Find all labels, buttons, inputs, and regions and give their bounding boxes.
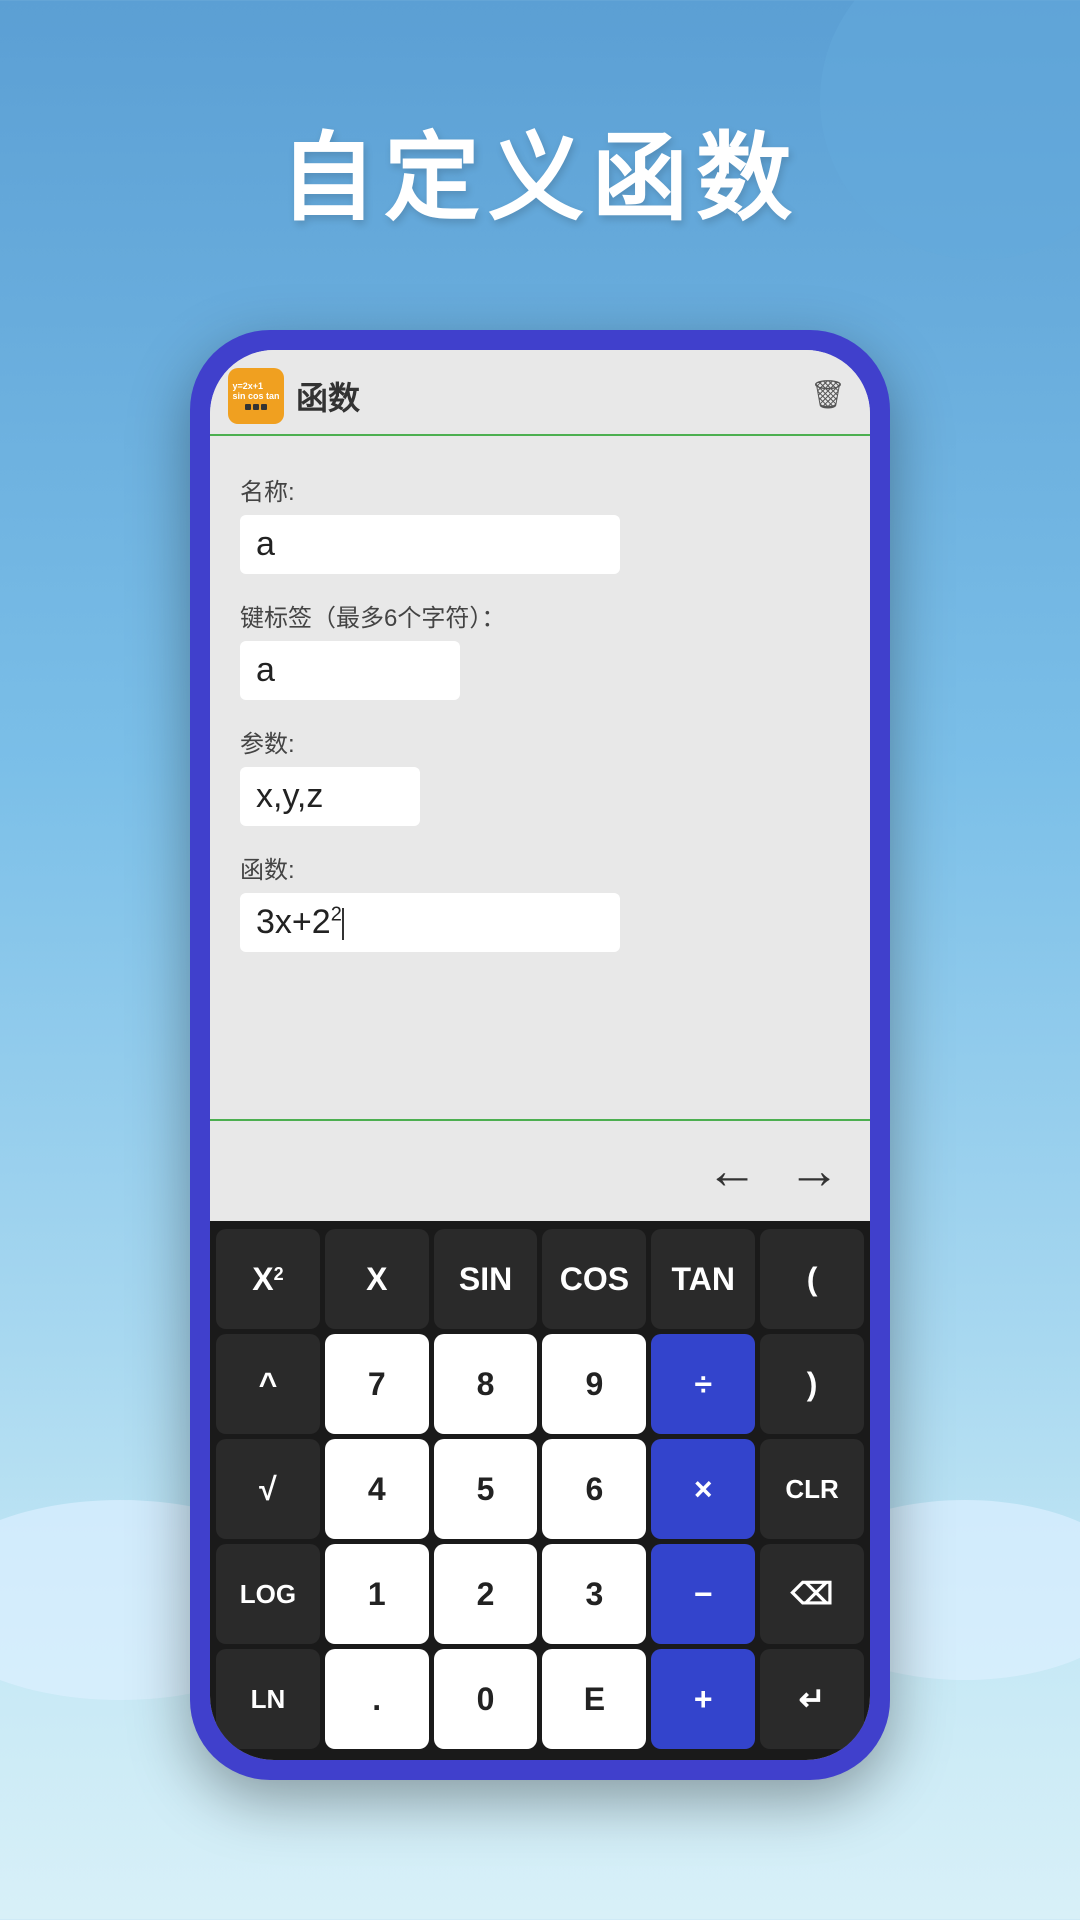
kb-6[interactable]: 6 xyxy=(542,1439,646,1539)
forward-arrow-button[interactable]: → xyxy=(788,1141,840,1201)
kb-ln[interactable]: LN xyxy=(216,1649,320,1749)
kb-minus[interactable]: − xyxy=(651,1544,755,1644)
kb-3[interactable]: 3 xyxy=(542,1544,646,1644)
back-arrow-button[interactable]: ← xyxy=(706,1141,758,1201)
kb-close-paren[interactable]: ) xyxy=(760,1334,864,1434)
kb-row-2: ^ 7 8 9 ÷ ) xyxy=(216,1334,864,1434)
params-input[interactable]: x,y,z xyxy=(240,767,420,826)
kb-sin[interactable]: SIN xyxy=(434,1229,538,1329)
key-label: 键标签（最多6个字符）： xyxy=(240,598,840,633)
trash-button[interactable]: 🗑 xyxy=(810,378,846,414)
kb-4[interactable]: 4 xyxy=(325,1439,429,1539)
kb-1[interactable]: 1 xyxy=(325,1544,429,1644)
kb-9[interactable]: 9 xyxy=(542,1334,646,1434)
kb-dot[interactable]: . xyxy=(325,1649,429,1749)
app-header: y=2x+1sin cos tan 函数 🗑 xyxy=(210,350,870,436)
kb-0[interactable]: 0 xyxy=(434,1649,538,1749)
function-value: 3x+22 xyxy=(256,903,342,941)
backspace-icon: ⌫ xyxy=(791,1577,833,1612)
kb-tan[interactable]: TAN xyxy=(651,1229,755,1329)
kb-cos[interactable]: COS xyxy=(542,1229,646,1329)
kb-sqrt[interactable]: √ xyxy=(216,1439,320,1539)
kb-8[interactable]: 8 xyxy=(434,1334,538,1434)
name-input[interactable]: a xyxy=(240,515,620,574)
kb-clr[interactable]: CLR xyxy=(760,1439,864,1539)
phone-screen: y=2x+1sin cos tan 函数 🗑 名称: a 键标签（最多6个字符）… xyxy=(210,350,870,1760)
kb-row-5: LN . 0 E + ↵ xyxy=(216,1649,864,1749)
kb-e[interactable]: E xyxy=(542,1649,646,1749)
nav-row: ← → xyxy=(210,1119,870,1221)
form-area: 名称: a 键标签（最多6个字符）： a 参数: x,y,z 函数: 3x+22 xyxy=(210,436,870,1119)
kb-plus[interactable]: + xyxy=(651,1649,755,1749)
kb-enter[interactable]: ↵ xyxy=(760,1649,864,1749)
keyboard: X2 X SIN COS TAN ( ^ 7 8 9 ÷ ) √ 4 5 xyxy=(210,1221,870,1760)
kb-open-paren[interactable]: ( xyxy=(760,1229,864,1329)
app-icon-dots xyxy=(245,404,267,410)
kb-5[interactable]: 5 xyxy=(434,1439,538,1539)
function-label: 函数: xyxy=(240,850,840,885)
phone-device: y=2x+1sin cos tan 函数 🗑 名称: a 键标签（最多6个字符）… xyxy=(190,330,890,1780)
kb-2[interactable]: 2 xyxy=(434,1544,538,1644)
kb-log[interactable]: LOG xyxy=(216,1544,320,1644)
page-title: 自定义函数 xyxy=(0,100,1080,239)
app-title: 函数 xyxy=(296,373,810,419)
kb-x-squared[interactable]: X2 xyxy=(216,1229,320,1329)
kb-7[interactable]: 7 xyxy=(325,1334,429,1434)
kb-x[interactable]: X xyxy=(325,1229,429,1329)
text-cursor xyxy=(342,908,344,940)
kb-divide[interactable]: ÷ xyxy=(651,1334,755,1434)
kb-backspace[interactable]: ⌫ xyxy=(760,1544,864,1644)
app-icon: y=2x+1sin cos tan xyxy=(228,368,284,424)
kb-row-4: LOG 1 2 3 − ⌫ xyxy=(216,1544,864,1644)
kb-row-3: √ 4 5 6 × CLR xyxy=(216,1439,864,1539)
kb-row-1: X2 X SIN COS TAN ( xyxy=(216,1229,864,1329)
params-label: 参数: xyxy=(240,724,840,759)
key-input[interactable]: a xyxy=(240,641,460,700)
kb-multiply[interactable]: × xyxy=(651,1439,755,1539)
kb-caret[interactable]: ^ xyxy=(216,1334,320,1434)
name-label: 名称: xyxy=(240,472,840,507)
app-icon-formula: y=2x+1sin cos tan xyxy=(232,382,279,402)
function-input[interactable]: 3x+22 xyxy=(240,893,620,952)
